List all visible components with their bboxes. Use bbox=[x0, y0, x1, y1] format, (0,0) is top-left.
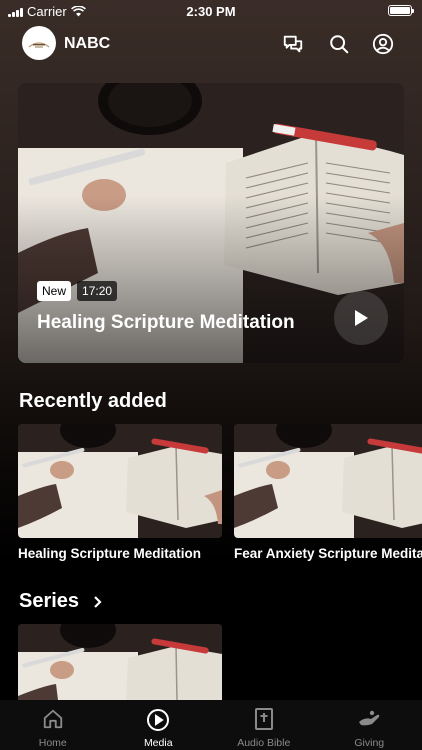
tab-label: Media bbox=[143, 737, 173, 749]
media-title: Healing Scripture Meditation bbox=[18, 546, 202, 561]
tab-label: Audio Bible bbox=[237, 737, 291, 749]
tab-label: Home bbox=[38, 737, 67, 749]
church-logo-icon[interactable] bbox=[22, 26, 56, 60]
media-card[interactable]: Healing Scripture Meditation bbox=[18, 424, 222, 561]
media-thumbnail bbox=[18, 424, 222, 538]
duration-badge: 17:20 bbox=[77, 281, 118, 301]
app-name: NABC bbox=[64, 35, 111, 52]
media-thumbnail bbox=[234, 424, 422, 538]
tab-audio-bible[interactable]: Audio Bible bbox=[211, 700, 317, 750]
hero-badges: New 17:20 bbox=[37, 281, 118, 301]
series-thumbnail bbox=[18, 624, 222, 700]
chat-bubbles-icon[interactable] bbox=[282, 33, 304, 55]
tab-media[interactable]: Media bbox=[106, 700, 212, 750]
chevron-right-icon bbox=[94, 595, 102, 608]
tab-giving[interactable]: Giving bbox=[317, 700, 422, 750]
home-icon bbox=[43, 709, 62, 729]
play-circle-icon bbox=[147, 709, 170, 731]
header: NABC bbox=[0, 26, 422, 62]
tab-label: Giving bbox=[354, 737, 385, 749]
hero-title: Healing Scripture Meditation bbox=[37, 312, 295, 333]
media-title: Fear Anxiety Scripture Meditation bbox=[234, 546, 422, 561]
tab-bar: Home Media Audio Bible Giving bbox=[0, 700, 422, 750]
clock: 2:30 PM bbox=[186, 4, 236, 19]
tab-home[interactable]: Home bbox=[0, 700, 106, 750]
account-icon[interactable] bbox=[372, 33, 394, 55]
series-card[interactable] bbox=[18, 624, 222, 700]
play-icon bbox=[355, 310, 368, 326]
series-title: Series bbox=[19, 590, 80, 612]
giving-hand-icon bbox=[359, 710, 380, 726]
media-card[interactable]: Fear Anxiety Scripture Meditation bbox=[234, 424, 422, 561]
status-bar: Carrier 2:30 PM bbox=[0, 0, 422, 22]
bible-icon bbox=[254, 708, 273, 730]
play-button[interactable] bbox=[334, 291, 388, 345]
recently-added-title: Recently added bbox=[19, 390, 167, 412]
series-header[interactable]: Series bbox=[19, 590, 103, 613]
featured-media-card[interactable]: New 17:20 Healing Scripture Meditation bbox=[18, 83, 404, 363]
search-icon[interactable] bbox=[328, 33, 350, 55]
new-badge: New bbox=[37, 281, 72, 301]
battery-icon bbox=[388, 5, 414, 16]
